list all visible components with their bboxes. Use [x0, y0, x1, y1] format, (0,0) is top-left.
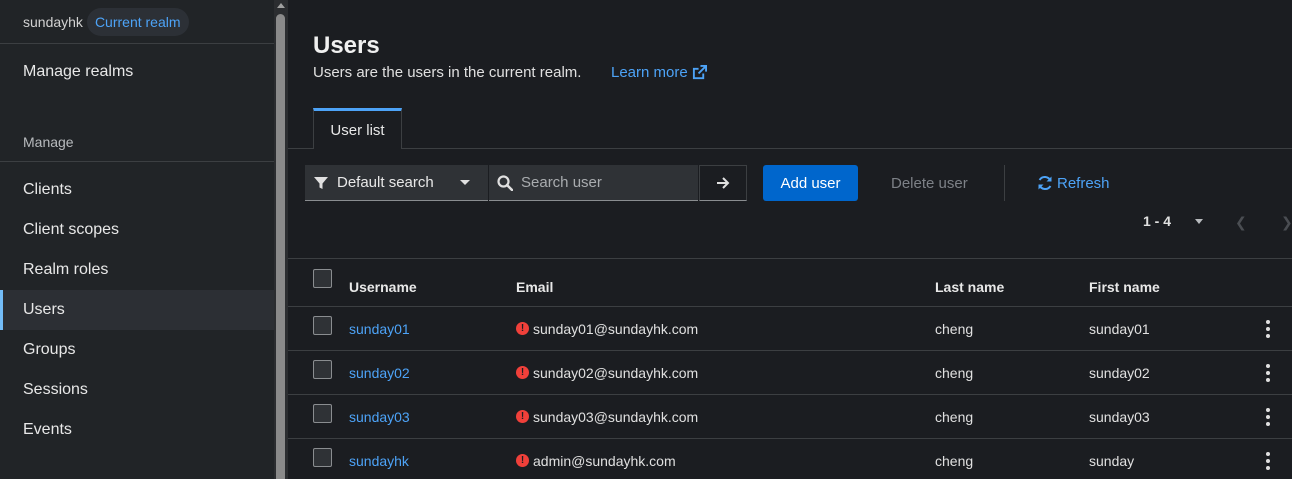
row-checkbox[interactable]: [313, 316, 332, 335]
row-actions-button[interactable]: [1266, 439, 1270, 479]
search-box[interactable]: [489, 165, 698, 201]
manage-realms-link[interactable]: Manage realms: [0, 44, 274, 100]
exclamation-circle-icon: !: [516, 366, 529, 379]
column-header-username: Username: [349, 279, 417, 295]
row-checkbox-cell: [313, 436, 332, 479]
search-type-dropdown[interactable]: Default search: [305, 165, 488, 201]
table-row: sunday03 ! sunday03@sundayhk.com cheng s…: [288, 395, 1292, 439]
select-all-cell: [313, 255, 332, 302]
learn-more-label: Learn more: [611, 64, 688, 81]
current-realm-badge: Current realm: [86, 7, 189, 36]
users-table: Username Email Last name First name sund…: [288, 258, 1292, 479]
row-checkbox-cell: [313, 304, 332, 347]
first-name-cell: sunday03: [1089, 408, 1150, 425]
row-checkbox[interactable]: [313, 360, 332, 379]
table-row: sundayhk ! admin@sundayhk.com cheng sund…: [288, 439, 1292, 479]
learn-more-link[interactable]: Learn more: [611, 64, 707, 81]
pagination-range: 1 - 4: [1143, 213, 1172, 229]
select-all-checkbox[interactable]: [313, 269, 332, 288]
arrow-right-icon: [717, 177, 730, 189]
tab-user-list[interactable]: User list: [313, 108, 402, 149]
tab-active-cover: [314, 148, 401, 150]
email-value: admin@sundayhk.com: [533, 452, 676, 469]
last-name-cell: cheng: [935, 320, 974, 337]
delete-user-button[interactable]: Delete user: [891, 165, 968, 201]
tab-bar: User list: [288, 108, 1292, 150]
refresh-icon: [1038, 175, 1052, 191]
exclamation-circle-icon: !: [516, 322, 529, 335]
first-name-cell: sunday: [1089, 452, 1135, 469]
first-name-cell: sunday02: [1089, 364, 1150, 381]
row-checkbox-cell: [313, 392, 332, 435]
email-cell: ! sunday01@sundayhk.com: [516, 307, 698, 350]
search-type-label: Default search: [337, 174, 434, 191]
filter-icon: [314, 176, 328, 189]
external-link-icon: [692, 65, 707, 80]
table-row: sunday02 ! sunday02@sundayhk.com cheng s…: [288, 351, 1292, 395]
caret-down-icon: [1195, 218, 1204, 224]
page-description: Users are the users in the current realm…: [313, 64, 582, 81]
realm-name: sundayhk: [23, 13, 83, 30]
scroll-thumb[interactable]: [276, 14, 285, 479]
row-actions-button[interactable]: [1266, 395, 1270, 438]
email-value: sunday01@sundayhk.com: [533, 320, 699, 337]
search-icon: [497, 174, 513, 191]
row-actions-button[interactable]: [1266, 351, 1270, 394]
table-header-row: Username Email Last name First name: [288, 259, 1292, 307]
username-link[interactable]: sunday02: [349, 351, 410, 394]
row-checkbox[interactable]: [313, 448, 332, 467]
sidebar-divider: [0, 161, 274, 162]
email-cell: ! sunday03@sundayhk.com: [516, 395, 698, 438]
kebab-menu-icon: [1266, 319, 1270, 338]
email-value: sunday02@sundayhk.com: [533, 364, 699, 381]
sidebar-section-title: Manage: [23, 134, 74, 150]
last-name-cell: cheng: [935, 408, 974, 425]
toolbar-separator: [1004, 165, 1005, 201]
column-header-email: Email: [516, 279, 554, 295]
sidebar-scrollbar[interactable]: [274, 0, 288, 479]
email-value: sunday03@sundayhk.com: [533, 408, 699, 425]
table-row: sunday01 ! sunday01@sundayhk.com cheng s…: [288, 307, 1292, 351]
sidebar-item-client-scopes[interactable]: Client scopes: [0, 210, 274, 250]
page-title: Users: [313, 32, 380, 59]
next-page-icon[interactable]: ❯: [1281, 214, 1292, 231]
add-user-button[interactable]: Add user: [763, 165, 858, 201]
row-checkbox-cell: [313, 348, 332, 391]
username-link[interactable]: sunday03: [349, 395, 410, 438]
column-header-first-name: First name: [1089, 279, 1160, 295]
sidebar-item-clients[interactable]: Clients: [0, 170, 274, 210]
email-cell: ! sunday02@sundayhk.com: [516, 351, 698, 394]
kebab-menu-icon: [1266, 451, 1270, 470]
username-link[interactable]: sunday01: [349, 307, 410, 350]
pagination-toggle[interactable]: 1 - 4: [1143, 213, 1204, 229]
refresh-button[interactable]: Refresh: [1037, 165, 1110, 201]
scroll-up-arrow-icon[interactable]: [277, 3, 285, 8]
kebab-menu-icon: [1266, 363, 1270, 382]
sidebar-item-groups[interactable]: Groups: [0, 330, 274, 370]
refresh-label: Refresh: [1057, 174, 1110, 192]
search-input[interactable]: [521, 174, 691, 191]
sidebar-item-events[interactable]: Events: [0, 410, 274, 450]
search-submit-button[interactable]: [699, 165, 747, 201]
realm-selector[interactable]: sundayhk Current realm: [0, 0, 274, 44]
username-link[interactable]: sundayhk: [349, 439, 409, 479]
sidebar-item-realm-roles[interactable]: Realm roles: [0, 250, 274, 290]
email-cell: ! admin@sundayhk.com: [516, 439, 676, 479]
caret-down-icon: [460, 180, 470, 185]
previous-page-icon[interactable]: ❮: [1235, 214, 1247, 231]
sidebar-item-sessions[interactable]: Sessions: [0, 370, 274, 410]
first-name-cell: sunday01: [1089, 320, 1150, 337]
row-checkbox[interactable]: [313, 404, 332, 423]
column-header-last-name: Last name: [935, 279, 1005, 295]
sidebar-nav: Clients Client scopes Realm roles Users …: [0, 170, 274, 450]
sidebar: sundayhk Current realm Manage realms Man…: [0, 0, 274, 479]
exclamation-circle-icon: !: [516, 454, 529, 467]
row-actions-button[interactable]: [1266, 307, 1270, 350]
main-content: Users Users are the users in the current…: [288, 0, 1292, 479]
kebab-menu-icon: [1266, 407, 1270, 426]
last-name-cell: cheng: [935, 452, 974, 469]
last-name-cell: cheng: [935, 364, 974, 381]
exclamation-circle-icon: !: [516, 410, 529, 423]
sidebar-item-users[interactable]: Users: [0, 290, 274, 330]
